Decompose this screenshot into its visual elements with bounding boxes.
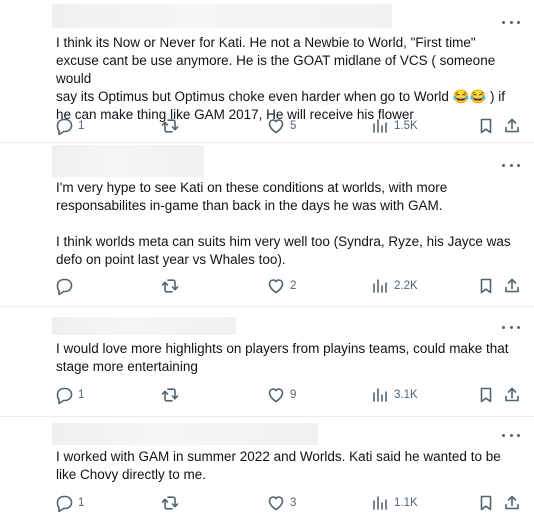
reply-post: I think its Now or Never for Kati. He no… — [0, 0, 534, 140]
like-icon — [268, 388, 284, 403]
like-count: 2 — [290, 280, 297, 292]
views-button[interactable]: 2.2K — [370, 276, 418, 296]
view-count: 2.2K — [394, 280, 418, 292]
reply-icon — [56, 118, 73, 136]
share-button[interactable] — [502, 116, 522, 136]
repost-button[interactable] — [160, 385, 180, 405]
views-icon — [373, 388, 387, 402]
reply-count: 1 — [78, 497, 85, 509]
bookmark-button[interactable] — [476, 493, 496, 513]
repost-icon — [161, 496, 179, 510]
bookmark-icon — [480, 387, 492, 403]
like-icon — [268, 279, 284, 294]
share-icon — [505, 118, 519, 133]
reply-post: I would love more highlights on players … — [0, 307, 534, 415]
like-button[interactable]: 3 — [266, 493, 296, 513]
redacted-author-header — [52, 145, 204, 177]
reply-button[interactable] — [54, 276, 74, 296]
repost-icon — [161, 388, 179, 402]
views-button[interactable]: 3.1K — [370, 385, 418, 405]
views-icon — [373, 279, 387, 293]
repost-button[interactable] — [160, 493, 180, 513]
views-icon — [373, 496, 387, 510]
more-options-icon[interactable] — [502, 431, 520, 439]
share-icon — [505, 387, 519, 402]
post-actions: 1 9 3.1K — [0, 385, 534, 405]
views-icon — [373, 119, 387, 133]
like-icon — [268, 496, 284, 511]
bookmark-icon — [480, 118, 492, 134]
more-options-icon[interactable] — [502, 323, 520, 331]
more-options-icon[interactable] — [502, 161, 520, 169]
reply-count: 1 — [78, 389, 85, 401]
repost-icon — [161, 279, 179, 293]
like-icon — [268, 119, 284, 134]
views-button[interactable]: 1.5K — [370, 116, 418, 136]
repost-button[interactable] — [160, 276, 180, 296]
reply-button[interactable]: 1 — [54, 385, 84, 405]
redacted-author-header — [52, 317, 236, 335]
redacted-author-header — [52, 4, 392, 28]
bookmark-icon — [480, 278, 492, 294]
repost-button[interactable] — [160, 116, 180, 136]
like-count: 9 — [290, 389, 297, 401]
post-text: I worked with GAM in summer 2022 and Wor… — [56, 449, 501, 482]
share-button[interactable] — [502, 493, 522, 513]
like-button[interactable]: 9 — [266, 385, 296, 405]
like-count: 5 — [290, 120, 297, 132]
share-icon — [505, 278, 519, 293]
post-actions: 1 3 1.1K — [0, 493, 534, 513]
like-button[interactable]: 2 — [266, 276, 296, 296]
like-count: 3 — [290, 497, 297, 509]
reply-icon — [56, 495, 73, 513]
bookmark-button[interactable] — [476, 116, 496, 136]
reply-icon — [56, 387, 73, 405]
post-actions: 2 2.2K — [0, 276, 534, 296]
repost-icon — [161, 119, 179, 133]
post-text: I think its Now or Never for Kati. He no… — [56, 35, 506, 122]
redacted-author-header — [52, 423, 318, 445]
bookmark-button[interactable] — [476, 276, 496, 296]
view-count: 3.1K — [394, 389, 418, 401]
share-icon — [505, 495, 519, 510]
share-button[interactable] — [502, 385, 522, 405]
share-button[interactable] — [502, 276, 522, 296]
bookmark-icon — [480, 495, 492, 511]
reply-post: I'm very hype to see Kati on these condi… — [0, 143, 534, 305]
bookmark-button[interactable] — [476, 385, 496, 405]
reply-count: 1 — [78, 120, 85, 132]
like-button[interactable]: 5 — [266, 116, 296, 136]
reply-button[interactable]: 1 — [54, 116, 84, 136]
view-count: 1.5K — [394, 120, 418, 132]
post-text: I would love more highlights on players … — [56, 341, 509, 374]
reply-icon — [56, 278, 73, 296]
views-button[interactable]: 1.1K — [370, 493, 418, 513]
post-actions: 1 5 1.5K — [0, 116, 534, 136]
reply-button[interactable]: 1 — [54, 493, 84, 513]
post-text: I'm very hype to see Kati on these condi… — [56, 180, 511, 267]
view-count: 1.1K — [394, 497, 418, 509]
reply-post: I worked with GAM in summer 2022 and Wor… — [0, 417, 534, 530]
more-options-icon[interactable] — [502, 18, 520, 26]
